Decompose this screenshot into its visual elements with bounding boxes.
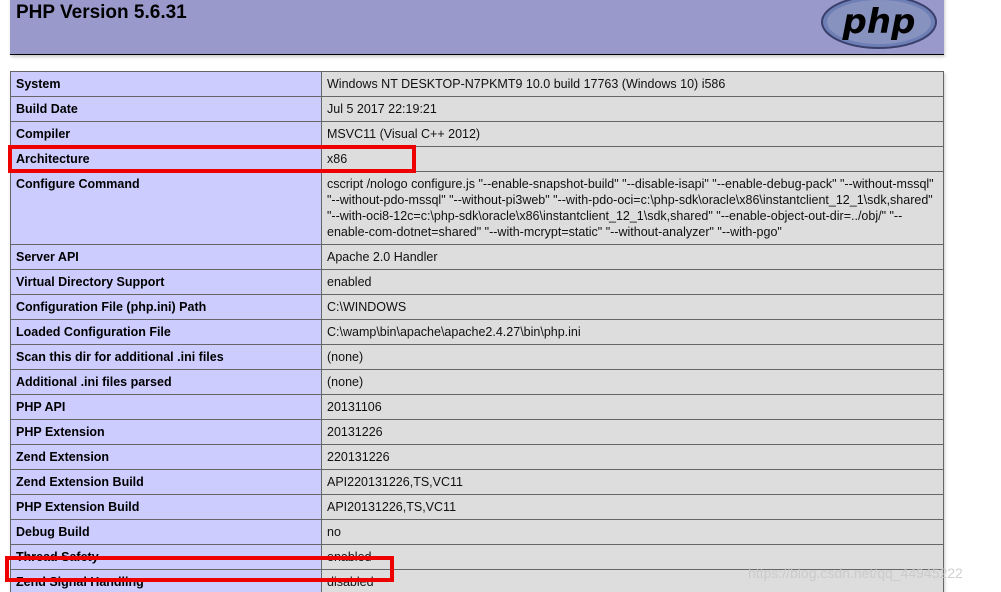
row-key: Thread Safety (10, 544, 322, 570)
row-key: Additional .ini files parsed (10, 369, 322, 395)
table-row: Configuration File (php.ini) Path C:\WIN… (10, 294, 944, 320)
row-value: API20131226,TS,VC11 (321, 494, 944, 520)
row-key: Architecture (10, 146, 322, 172)
row-key: Virtual Directory Support (10, 269, 322, 295)
row-key: Scan this dir for additional .ini files (10, 344, 322, 370)
row-value: Jul 5 2017 22:19:21 (321, 96, 944, 122)
table-row: Zend Extension Build API220131226,TS,VC1… (10, 469, 944, 495)
row-value: enabled (321, 269, 944, 295)
row-value: C:\wamp\bin\apache\apache2.4.27\bin\php.… (321, 319, 944, 345)
row-value: 220131226 (321, 444, 944, 470)
watermark: https://blog.csdn.net/qq_44945222 (748, 565, 963, 581)
table-row: Configure Command cscript /nologo config… (10, 171, 944, 245)
table-row: Server API Apache 2.0 Handler (10, 244, 944, 270)
table-row: Zend Extension 220131226 (10, 444, 944, 470)
table-row: Debug Build no (10, 519, 944, 545)
row-key: Loaded Configuration File (10, 319, 322, 345)
table-row: Scan this dir for additional .ini files … (10, 344, 944, 370)
row-key: Server API (10, 244, 322, 270)
php-logo-text: php (842, 2, 916, 42)
row-value: MSVC11 (Visual C++ 2012) (321, 121, 944, 147)
table-row: Virtual Directory Support enabled (10, 269, 944, 295)
table-row: Additional .ini files parsed (none) (10, 369, 944, 395)
row-value: cscript /nologo configure.js "--enable-s… (321, 171, 944, 245)
table-row: System Windows NT DESKTOP-N7PKMT9 10.0 b… (10, 71, 944, 97)
phpinfo-page: PHP Version 5.6.31 php System Windows NT… (0, 0, 1001, 592)
page-title: PHP Version 5.6.31 (16, 2, 187, 23)
table-row: Build Date Jul 5 2017 22:19:21 (10, 96, 944, 122)
row-value: 20131106 (321, 394, 944, 420)
row-value: C:\WINDOWS (321, 294, 944, 320)
row-value: 20131226 (321, 419, 944, 445)
row-key: PHP Extension Build (10, 494, 322, 520)
row-value: x86 (321, 146, 944, 172)
row-value: Windows NT DESKTOP-N7PKMT9 10.0 build 17… (321, 71, 944, 97)
row-key: Zend Extension Build (10, 469, 322, 495)
table-row: Loaded Configuration File C:\wamp\bin\ap… (10, 319, 944, 345)
row-key: System (10, 71, 322, 97)
row-key: Build Date (10, 96, 322, 122)
table-row: Architecture x86 (10, 146, 944, 172)
table-row: PHP Extension 20131226 (10, 419, 944, 445)
row-value: no (321, 519, 944, 545)
row-value: API220131226,TS,VC11 (321, 469, 944, 495)
row-key: PHP Extension (10, 419, 322, 445)
row-value: (none) (321, 369, 944, 395)
row-key: Debug Build (10, 519, 322, 545)
row-key: Zend Extension (10, 444, 322, 470)
row-value: Apache 2.0 Handler (321, 244, 944, 270)
header-band: PHP Version 5.6.31 php (10, 0, 944, 55)
row-key: Zend Signal Handling (10, 569, 322, 592)
table-row: PHP API 20131106 (10, 394, 944, 420)
info-table: System Windows NT DESKTOP-N7PKMT9 10.0 b… (10, 71, 944, 592)
table-row: Compiler MSVC11 (Visual C++ 2012) (10, 121, 944, 147)
row-key: Compiler (10, 121, 322, 147)
row-value: (none) (321, 344, 944, 370)
table-row: PHP Extension Build API20131226,TS,VC11 (10, 494, 944, 520)
row-key: Configuration File (php.ini) Path (10, 294, 322, 320)
php-logo-icon[interactable]: php (820, 0, 938, 50)
row-key: Configure Command (10, 171, 322, 245)
row-key: PHP API (10, 394, 322, 420)
